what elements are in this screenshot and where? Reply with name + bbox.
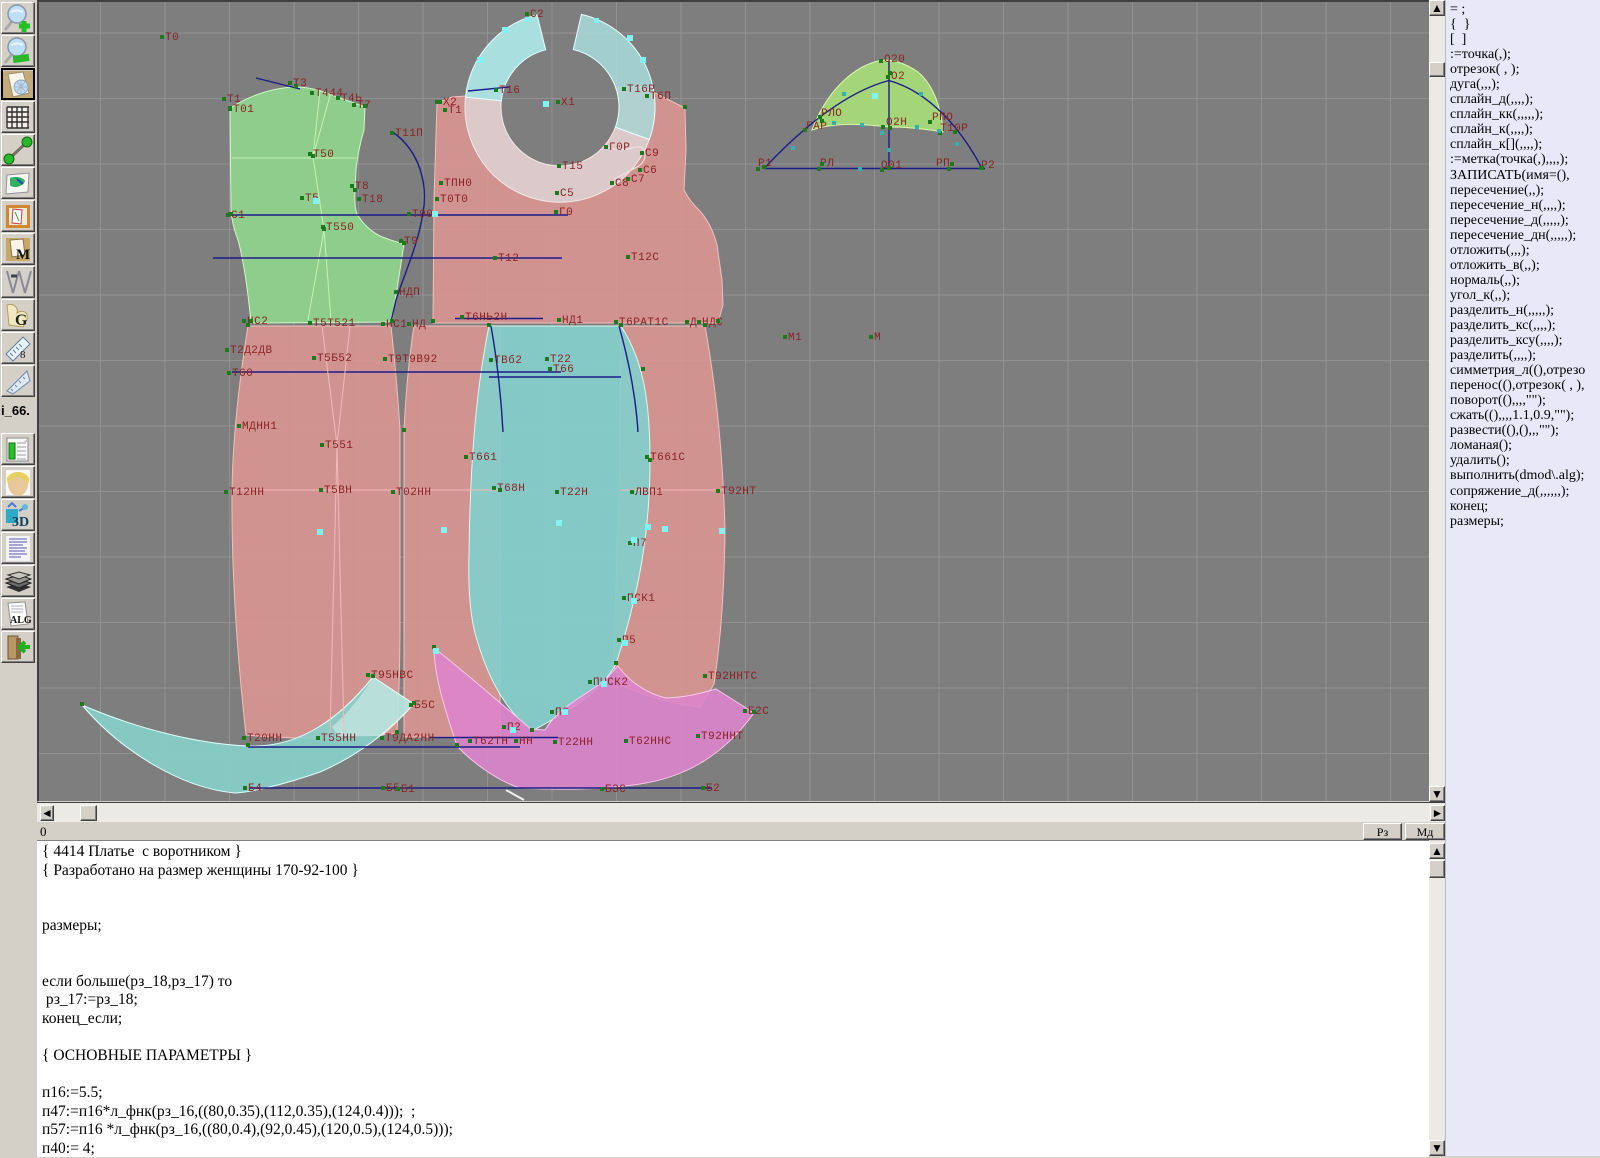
svg-text:ЛВП1: ЛВП1	[634, 487, 663, 499]
svg-text:Т0Т0: Т0Т0	[440, 194, 468, 206]
svg-text:Т02НН: Т02НН	[396, 487, 432, 499]
svg-text:Т661: Т661	[469, 452, 497, 464]
svg-text:НД1: НД1	[562, 315, 583, 327]
svg-text:Т01: Т01	[233, 104, 254, 116]
svg-text:Б3С: Б3С	[605, 784, 626, 796]
svg-text:Т92ННТ: Т92ННТ	[701, 731, 744, 743]
svg-text:РЛО: РЛО	[821, 108, 842, 120]
svg-text:С9: С9	[645, 148, 659, 160]
svg-text:Т22НН: Т22НН	[558, 737, 594, 749]
svg-text:НН: НН	[519, 736, 533, 748]
svg-text:Т0: Т0	[165, 32, 179, 44]
svg-text:НД: НД	[412, 319, 426, 331]
svg-text:Т18: Т18	[362, 194, 383, 206]
svg-text:Т6П: Т6П	[650, 91, 671, 103]
svg-text:НС1: НС1	[386, 319, 407, 331]
svg-text:Т5ВН: Т5ВН	[324, 485, 352, 497]
svg-text:Т9ДА2НН: Т9ДА2НН	[385, 733, 435, 745]
svg-text:Т92ННТС: Т92ННТС	[708, 671, 758, 683]
svg-text:Б2: Б2	[706, 783, 720, 795]
svg-text:Т90: Т90	[412, 209, 433, 221]
svg-text:Т62ТН: Т62ТН	[473, 736, 509, 748]
svg-text:Т62ННС: Т62ННС	[629, 736, 672, 748]
svg-text:Б1: Б1	[401, 784, 415, 796]
svg-text:Т551: Т551	[325, 440, 353, 452]
svg-text:ТПН0: ТПН0	[444, 178, 472, 190]
svg-text:Т661С: Т661С	[650, 452, 686, 464]
svg-text:О01: О01	[881, 160, 902, 172]
svg-text:О20: О20	[884, 54, 905, 66]
svg-text:Т60: Т60	[232, 368, 253, 380]
svg-text:Т550: Т550	[326, 222, 354, 234]
svg-text:Г0: Г0	[559, 207, 573, 219]
svg-text:НДП: НДП	[399, 287, 420, 299]
svg-text:Т5Б52: Т5Б52	[317, 353, 353, 365]
svg-text:Т9: Т9	[404, 236, 418, 248]
svg-text:ПЧСК2: ПЧСК2	[593, 677, 629, 689]
svg-text:Т16: Т16	[499, 85, 520, 97]
svg-text:ГАР: ГАР	[806, 121, 827, 133]
svg-text:Т22Н: Т22Н	[560, 487, 588, 499]
svg-text:Т11П: Т11П	[395, 128, 423, 140]
svg-text:Д: Д	[690, 317, 697, 329]
svg-text:Т9Т9В92: Т9Т9В92	[388, 354, 438, 366]
svg-text:С5: С5	[560, 188, 574, 200]
svg-text:Т8: Т8	[355, 181, 369, 193]
svg-text:О2: О2	[891, 71, 905, 83]
svg-text:Б5С: Б5С	[414, 700, 435, 712]
svg-text:ALG: ALG	[10, 615, 32, 626]
svg-text:Х1: Х1	[561, 97, 575, 109]
svg-text:Т66: Т66	[553, 364, 574, 376]
svg-text:Т12НН: Т12НН	[229, 487, 265, 499]
svg-text:Т20НН: Т20НН	[247, 733, 283, 745]
svg-text:Т12: Т12	[498, 253, 519, 265]
svg-text:8: 8	[20, 349, 26, 361]
svg-text:Т6НЬ2Н: Т6НЬ2Н	[465, 312, 508, 324]
svg-text:Т1: Т1	[448, 105, 462, 117]
svg-text:Т55НН: Т55НН	[321, 733, 357, 745]
svg-text:Т15: Т15	[562, 161, 583, 173]
svg-text:Б4: Б4	[248, 783, 262, 795]
svg-text:М1: М1	[788, 332, 802, 344]
svg-text:Т6РАТ1С: Т6РАТ1С	[619, 317, 669, 329]
svg-text:Т12С: Т12С	[631, 252, 659, 264]
svg-text:М: М	[874, 332, 881, 344]
svg-text:Б2С: Б2С	[748, 706, 769, 718]
svg-text:Г0Р: Г0Р	[609, 142, 630, 154]
svg-text:Т50: Т50	[313, 149, 334, 161]
svg-text:С1: С1	[231, 210, 245, 222]
svg-text:Т5Т521: Т5Т521	[313, 318, 356, 330]
svg-text:M: M	[16, 247, 30, 263]
svg-text:С7: С7	[631, 174, 645, 186]
svg-text:Т2Д2ДВ: Т2Д2ДВ	[230, 345, 273, 357]
svg-text:Т92НТ: Т92НТ	[721, 486, 757, 498]
svg-text:Т95НВС: Т95НВС	[371, 670, 414, 682]
svg-text:С2: С2	[530, 9, 544, 21]
svg-text:G: G	[15, 312, 28, 329]
svg-text:МДНН1: МДНН1	[242, 421, 278, 433]
svg-text:ТВб2: ТВб2	[494, 354, 522, 367]
svg-text:3D: 3D	[12, 515, 29, 530]
